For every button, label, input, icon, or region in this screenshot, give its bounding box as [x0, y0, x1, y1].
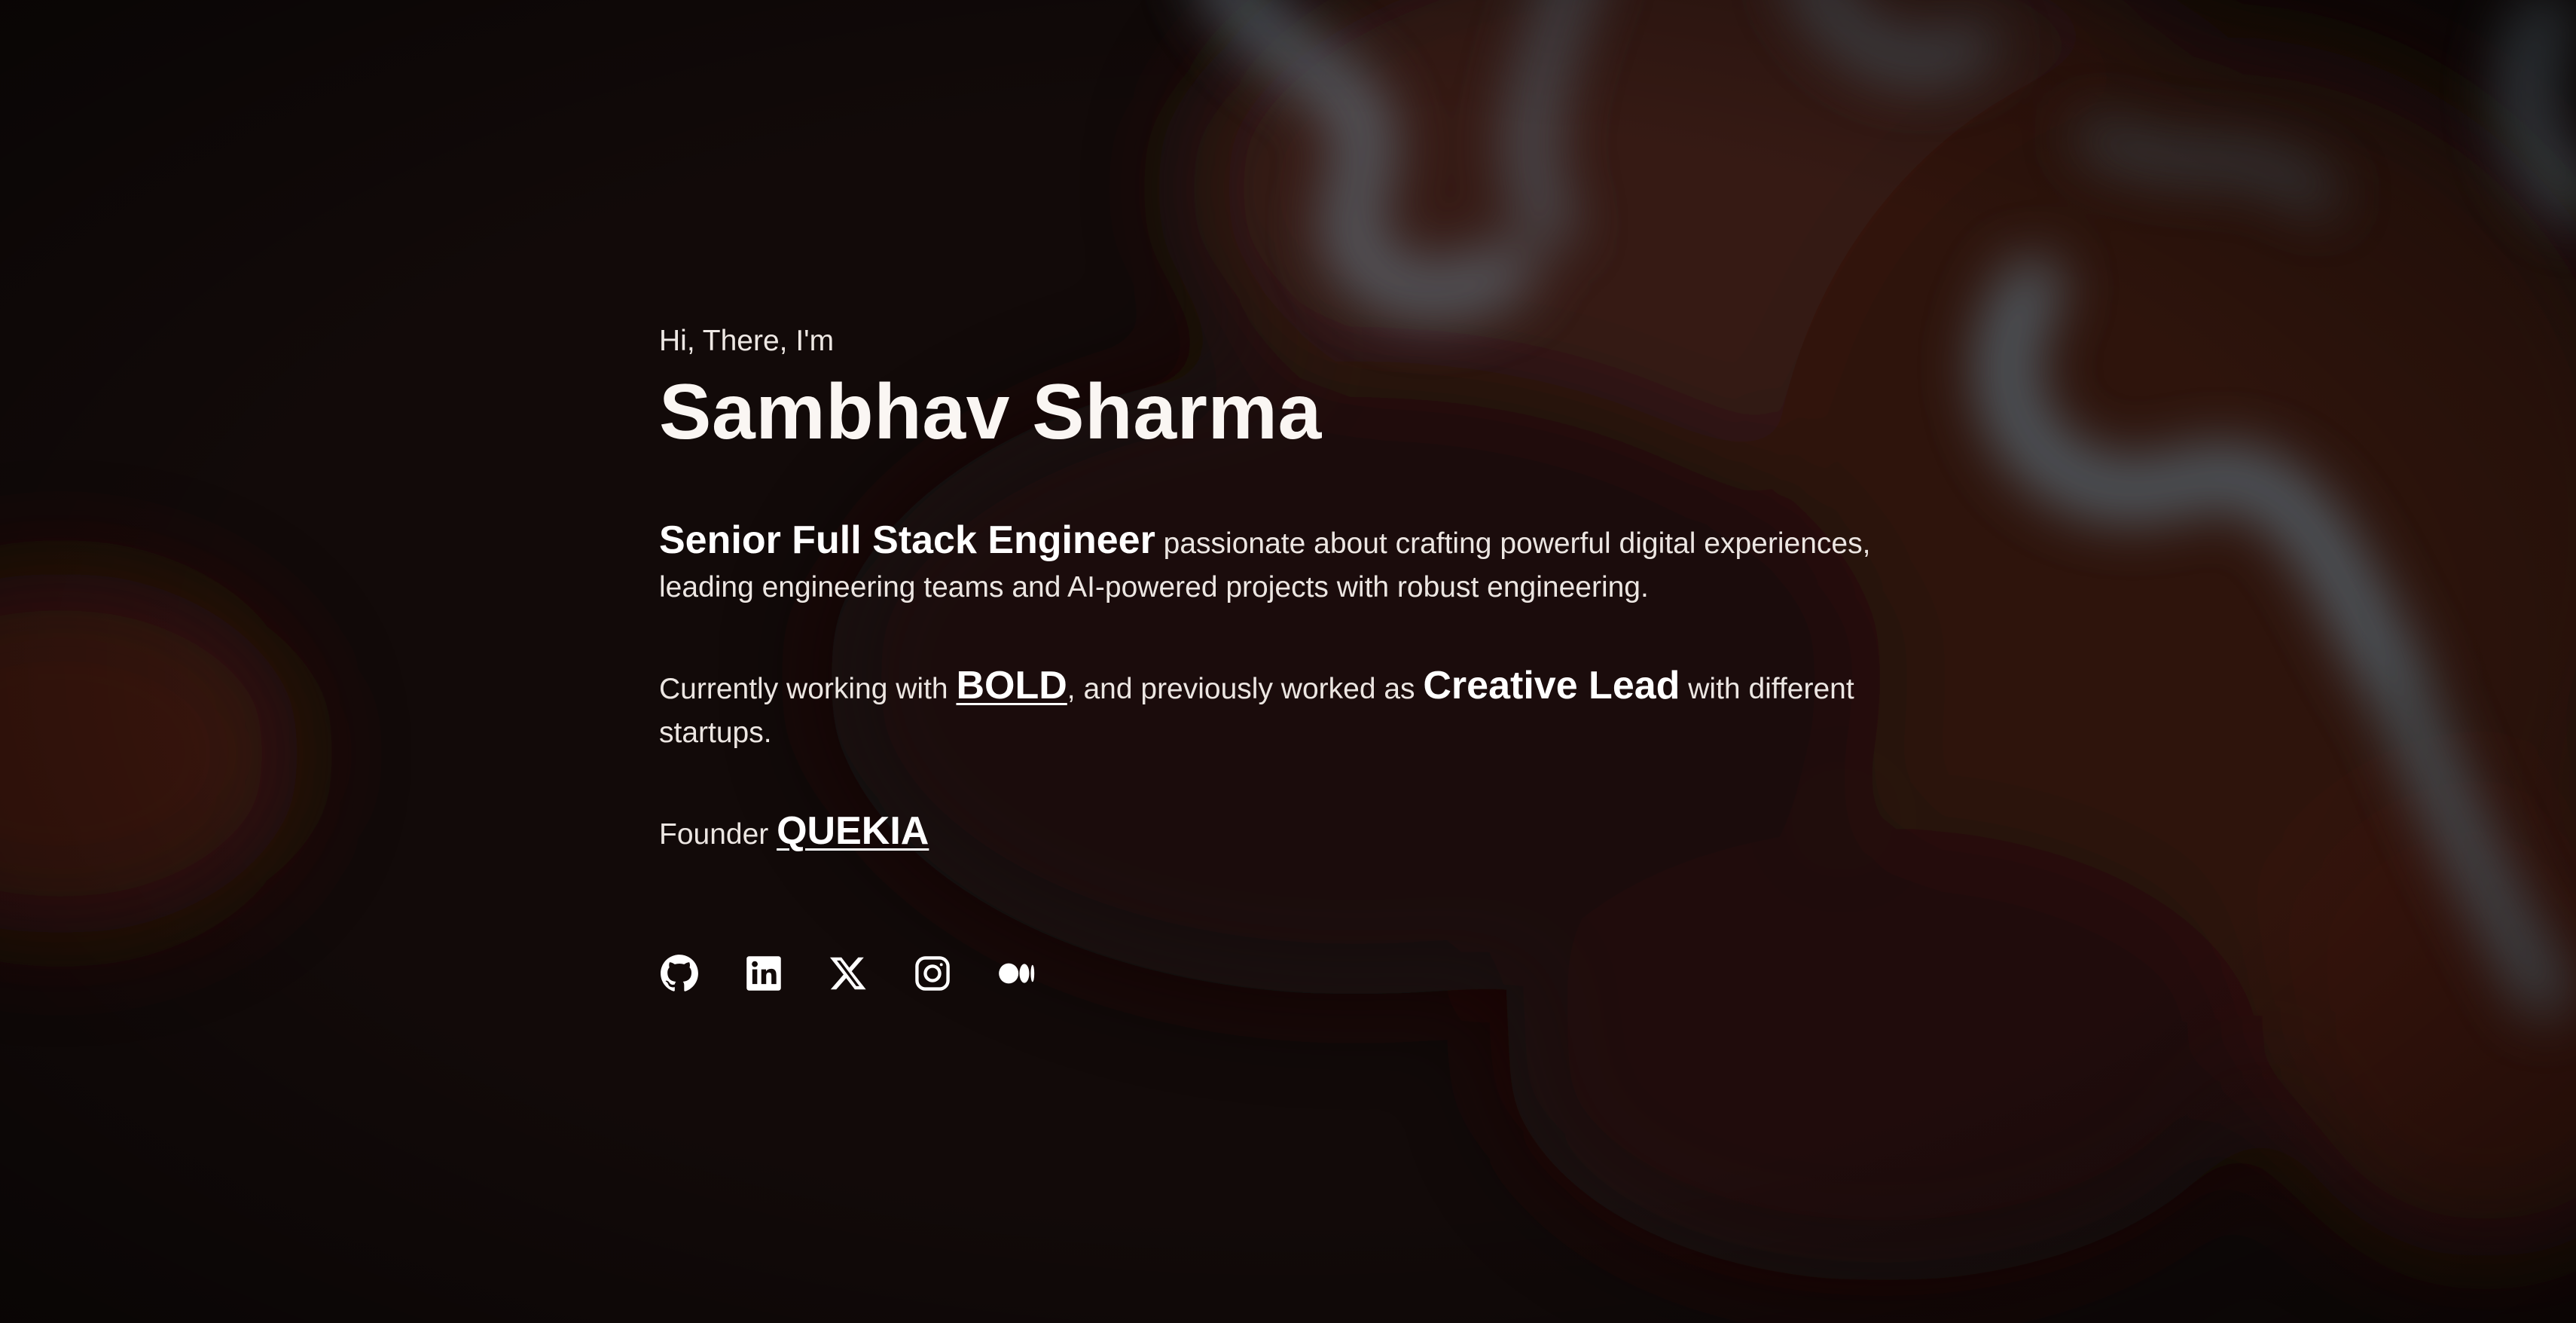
work-middle: , and previously worked as [1067, 672, 1424, 705]
instagram-icon [913, 954, 952, 993]
linkedin-icon [744, 954, 783, 993]
github-link[interactable] [659, 953, 700, 994]
greeting-text: Hi, There, I'm [659, 325, 835, 357]
github-icon [660, 954, 699, 993]
x-icon [829, 954, 868, 993]
page-title: Sambhav Sharma [659, 368, 1322, 456]
bio-paragraph: Senior Full Stack Engineer passionate ab… [659, 518, 1924, 610]
linkedin-link[interactable] [743, 953, 784, 994]
medium-link[interactable] [997, 953, 1037, 994]
social-links [659, 953, 1924, 994]
founder-prefix: Founder [659, 817, 777, 851]
company-link-quekia[interactable]: QUEKIA [777, 809, 929, 853]
founder-paragraph: Founder QUEKIA [659, 809, 1924, 857]
role-title: Senior Full Stack Engineer [659, 518, 1155, 562]
medium-icon [997, 954, 1036, 993]
company-link-bold[interactable]: BOLD [956, 664, 1067, 707]
previous-role: Creative Lead [1423, 663, 1680, 707]
x-link[interactable] [828, 953, 868, 994]
work-prefix: Currently working with [659, 672, 957, 705]
hero-section: Hi, There, I'm Sambhav Sharma Senior Ful… [659, 324, 1924, 994]
work-paragraph: Currently working with BOLD, and previou… [659, 664, 1924, 755]
instagram-link[interactable] [912, 953, 953, 994]
